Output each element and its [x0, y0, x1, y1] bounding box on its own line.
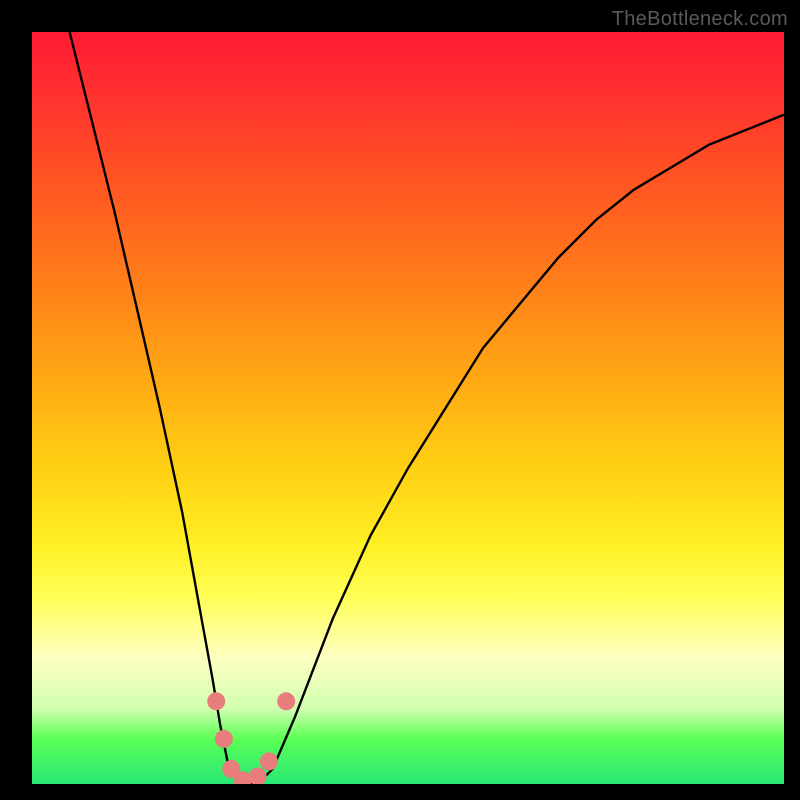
data-marker	[249, 768, 267, 785]
bottleneck-curve	[70, 32, 784, 784]
chart-svg	[32, 32, 784, 784]
data-marker	[207, 692, 225, 710]
data-marker	[277, 692, 295, 710]
data-marker	[215, 730, 233, 748]
chart-container: TheBottleneck.com	[0, 0, 800, 800]
data-marker	[260, 752, 278, 770]
watermark-text: TheBottleneck.com	[612, 8, 788, 31]
